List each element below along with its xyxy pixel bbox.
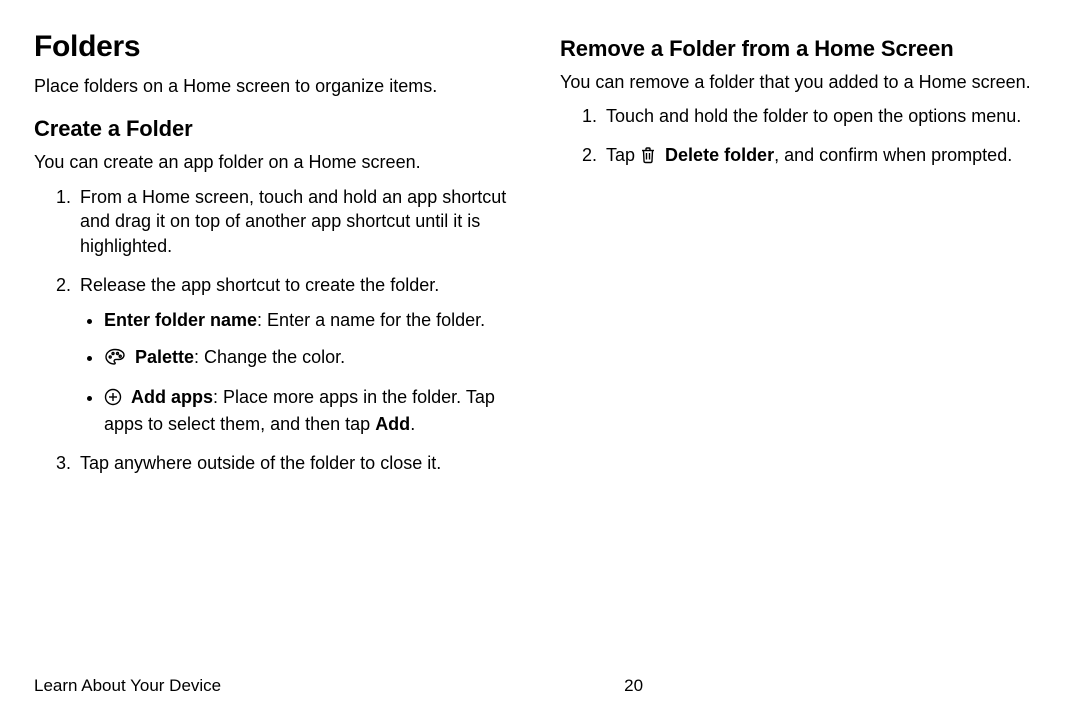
footer-spacer-left xyxy=(221,676,613,696)
step-2-bullets: Enter folder name: Enter a name for the … xyxy=(80,308,520,437)
bullet-addapps-tail: . xyxy=(410,414,415,434)
trash-icon xyxy=(640,146,656,171)
heading-create-folder: Create a Folder xyxy=(34,116,520,142)
bullet-palette: Palette: Change the color. xyxy=(104,345,520,373)
bullet-addapps-add: Add xyxy=(375,414,410,434)
step-2: Release the app shortcut to create the f… xyxy=(76,273,520,437)
footer-section-name: Learn About Your Device xyxy=(34,676,221,696)
step-1: From a Home screen, touch and hold an ap… xyxy=(76,185,520,259)
intro-create-folder: You can create an app folder on a Home s… xyxy=(34,150,520,174)
intro-folders: Place folders on a Home screen to organi… xyxy=(34,74,520,98)
two-column-layout: Folders Place folders on a Home screen t… xyxy=(34,30,1046,668)
footer-page-number: 20 xyxy=(614,676,654,696)
left-column: Folders Place folders on a Home screen t… xyxy=(34,30,520,668)
intro-remove-folder: You can remove a folder that you added t… xyxy=(560,70,1046,94)
right-column: Remove a Folder from a Home Screen You c… xyxy=(560,30,1046,668)
bullet-enter-folder-name: Enter folder name: Enter a name for the … xyxy=(104,308,520,333)
bullet-addapps-label: Add apps xyxy=(131,387,213,407)
page-footer: Learn About Your Device 20 xyxy=(34,668,1046,696)
add-apps-icon xyxy=(104,388,122,413)
step-2-text: Release the app shortcut to create the f… xyxy=(80,275,439,295)
manual-page: Folders Place folders on a Home screen t… xyxy=(0,0,1080,720)
steps-remove-folder: Touch and hold the folder to open the op… xyxy=(560,104,1046,171)
bullet-palette-rest: : Change the color. xyxy=(194,347,345,367)
bullet-palette-label: Palette xyxy=(135,347,194,367)
heading-remove-folder: Remove a Folder from a Home Screen xyxy=(560,36,1046,62)
remove-step-2-rest: , and confirm when prompted. xyxy=(774,145,1012,165)
bullet-add-apps: Add apps: Place more apps in the folder.… xyxy=(104,385,520,438)
page-title: Folders xyxy=(34,30,520,64)
remove-step-2: Tap Delete folder, and confirm when prom… xyxy=(602,143,1046,171)
bullet-enter-name-label: Enter folder name xyxy=(104,310,257,330)
steps-create-folder: From a Home screen, touch and hold an ap… xyxy=(34,185,520,476)
palette-icon xyxy=(104,348,126,373)
remove-step-2-label: Delete folder xyxy=(665,145,774,165)
remove-step-1: Touch and hold the folder to open the op… xyxy=(602,104,1046,129)
step-3: Tap anywhere outside of the folder to cl… xyxy=(76,451,520,476)
bullet-enter-name-rest: : Enter a name for the folder. xyxy=(257,310,485,330)
footer-spacer-right xyxy=(654,676,1046,696)
remove-step-2-pre: Tap xyxy=(606,145,640,165)
